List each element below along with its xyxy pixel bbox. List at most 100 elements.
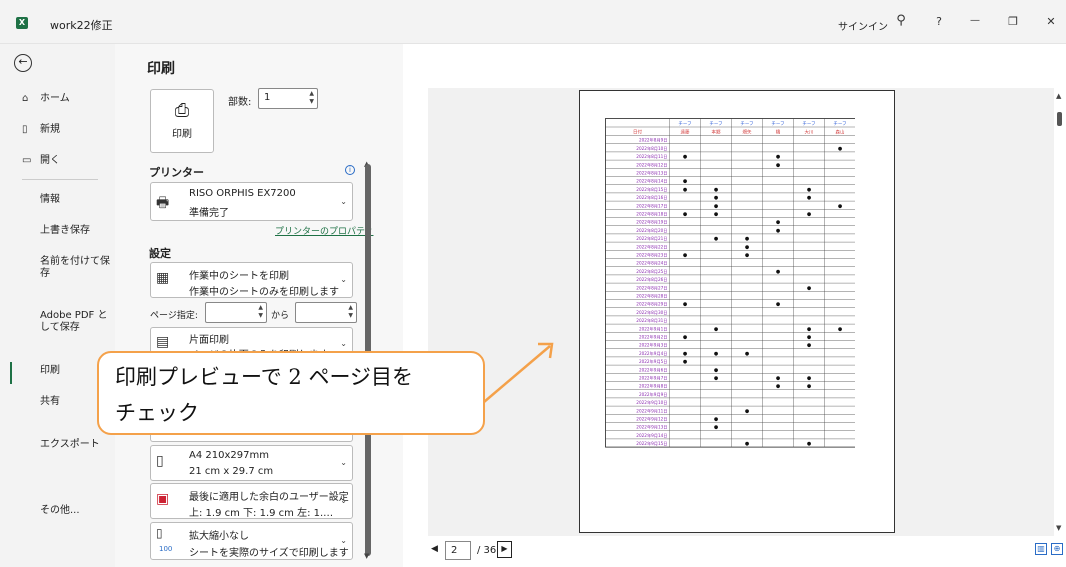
sheet-mark: ● [776,154,781,160]
sheet-header-group: チーフ [740,121,753,127]
sheet-mark: ● [776,228,781,234]
sheet-mark: ● [714,236,719,242]
sheet-mark: ● [714,195,719,201]
scale-badge: 100 [159,545,173,553]
sheet-date-cell: 2022年9月7日 [639,375,668,382]
minimize-icon[interactable]: — [965,15,985,26]
sheet-date-cell: 2022年8月13日 [636,170,667,177]
nav-adobe-pdf[interactable]: Adobe PDF として保存 [40,310,110,334]
sheet-mark: ● [745,408,750,414]
preview-sheet-table: チーフ チーフ チーフ チーフ チーフ チーフ日付 遠藤 本郷 畑矢 橋 大川 森山 2022年8月9日… [605,118,855,448]
chevron-down-icon: ⌄ [340,339,347,348]
sheet-mark: ● [807,326,812,332]
help-icon[interactable]: ? [929,15,949,28]
sheet-mark: ● [776,162,781,168]
zoom-to-page-icon[interactable]: ⊕ [1051,543,1063,555]
sheet-date-cell: 2022年9月14日 [636,432,667,439]
close-icon[interactable]: ✕ [1041,15,1061,28]
signin-button[interactable]: サインイン [838,18,888,33]
page-title: 印刷 [147,61,175,77]
sheet-mark: ● [683,179,688,185]
sheet-date-cell: 2022年9月13日 [636,424,667,431]
sheet-mark: ● [683,335,688,341]
pages-from-input[interactable]: ▲ ▼ [205,302,267,323]
sheet-mark: ● [807,195,812,201]
spinner-icon[interactable]: ▲ ▼ [348,304,353,320]
sheet-mark: ● [807,285,812,291]
sheet-date-cell: 2022年9月4日 [639,350,668,357]
sheet-date-cell: 2022年8月11日 [636,153,667,160]
sheet-mark: ● [838,203,843,209]
sheet-mark: ● [683,359,688,365]
nav-more[interactable]: その他... [40,505,110,517]
chevron-down-icon: ⌄ [340,275,347,284]
sheet-mark: ● [714,212,719,218]
sheet-date-cell: 2022年9月12日 [636,416,667,423]
printer-dropdown[interactable]: 🖶 RISO ORPHIS EX7200 準備完了 ⌄ [150,182,353,221]
copies-spinner-icon[interactable]: ▲ ▼ [309,90,314,106]
coauthor-icon[interactable]: ⚲ [891,13,911,28]
spinner-icon[interactable]: ▲ ▼ [258,304,263,320]
paper-icon: ▯ [156,453,164,469]
sheet-date-cell: 2022年8月19日 [636,219,667,226]
pages-to-input[interactable]: ▲ ▼ [295,302,357,323]
current-page-input[interactable]: 2 [445,541,471,560]
sheet-mark: ● [683,253,688,259]
sheet-header-name: 畑矢 [743,129,752,136]
preview-scrollbar[interactable] [1057,112,1062,126]
sheet-mark: ● [745,236,750,242]
sheet-mark: ● [714,203,719,209]
nav-home[interactable]: ⌂ ホーム [22,89,70,104]
next-page-icon[interactable]: ▶ [497,541,512,558]
sheet-mark: ● [807,376,812,382]
sheet-date-cell: 2022年9月8日 [639,383,668,390]
paper-size-dropdown[interactable]: ▯ A4 210x297mm 21 cm x 29.7 cm ⌄ [150,445,353,481]
nav-save[interactable]: 上書き保存 [40,225,110,237]
sheet-date-cell: 2022年8月22日 [636,243,667,250]
sheet-date-cell: 2022年8月26日 [636,276,667,283]
chevron-down-icon: ⌄ [340,197,347,206]
margins-dropdown[interactable]: ▣ 最後に適用した余白のユーザー設定 上: 1.9 cm 下: 1.9 cm 左… [150,483,353,519]
excel-logo-icon: X [16,17,28,29]
nav-save-as[interactable]: 名前を付けて保存 [40,256,110,280]
copies-input[interactable]: 1 ▲ ▼ [258,88,318,109]
nav-info[interactable]: 情報 [40,194,110,206]
preview-scroll-up-icon[interactable]: ▲ [1056,92,1061,100]
print-scope-dropdown[interactable]: ▦ 作業中のシートを印刷 作業中のシートのみを印刷します ⌄ [150,262,353,298]
sheet-mark: ● [807,384,812,390]
sheet-mark: ● [683,212,688,218]
no-scaling-icon: ▯ [156,526,163,540]
copies-label: 部数: [228,97,252,108]
sheet-header-name: 本郷 [712,129,721,136]
backstage-nav: ← ⌂ ホーム ▯ 新規 ▭ 開く 情報 上書き保存 名前を付けて保存 Adobe P… [0,44,115,567]
printer-properties-link[interactable]: プリンターのプロパティ [275,224,373,237]
sheet-mark: ● [807,343,812,349]
restore-icon[interactable]: ❐ [1003,15,1023,28]
info-icon[interactable]: i [345,165,355,175]
scaling-dropdown[interactable]: ▯ 100 拡大縮小なし シートを実際のサイズで印刷します ⌄ [150,522,353,560]
home-icon: ⌂ [22,93,29,104]
sheet-mark: ● [745,351,750,357]
sheet-mark: ● [776,384,781,390]
preview-scroll-down-icon[interactable]: ▼ [1056,524,1061,532]
settings-section-title: 設定 [149,247,171,260]
callout-text: 印刷プレビューで 2 ページ目を チェック [115,365,414,425]
sheet-date-cell: 2022年9月9日 [639,391,668,398]
nav-divider [22,179,98,180]
sheet-mark: ● [683,154,688,160]
back-arrow-icon[interactable]: ← [14,54,32,72]
print-button[interactable]: ⎙ 印刷 [150,89,214,153]
scroll-down-icon[interactable]: ▼ [364,552,369,560]
show-margins-icon[interactable]: ▥ [1035,543,1047,555]
preview-page[interactable]: チーフ チーフ チーフ チーフ チーフ チーフ 日付 遠藤 本郷 畑矢 橋 大川 森山 2022年8月9日… [579,90,895,533]
nav-open[interactable]: ▭ 開く [22,151,60,166]
nav-new[interactable]: ▯ 新規 [22,120,60,135]
sheet-date-cell: 2022年8月25日 [636,268,667,275]
sheet-mark: ● [683,351,688,357]
sheet-date-cell: 2022年8月14日 [636,178,667,185]
sheet-grid-icon: ▦ [156,270,170,286]
previous-page-icon[interactable]: ◀ [431,544,438,554]
nav-export[interactable]: エクスポート [40,439,110,451]
sheet-header-group: チーフ [771,121,784,127]
folder-icon: ▭ [22,155,32,166]
